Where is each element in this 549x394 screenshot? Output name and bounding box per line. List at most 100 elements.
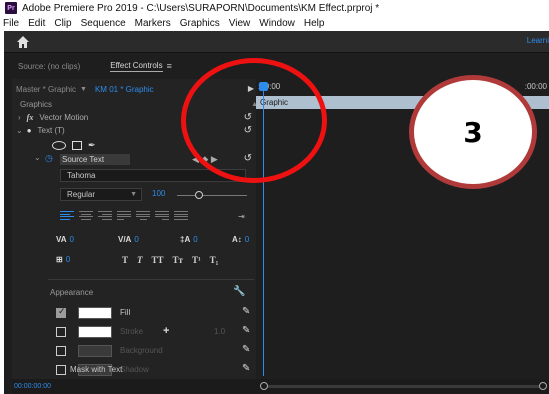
font-style-buttons: T T TT Tт T¹ T₁ — [122, 255, 218, 265]
add-stroke-icon[interactable]: + — [163, 325, 169, 337]
faux-italic-button[interactable]: T — [137, 255, 143, 265]
eyedropper-icon[interactable]: ✎ — [242, 325, 250, 336]
fill-checkbox[interactable] — [56, 306, 66, 318]
pen-mask-icon[interactable]: ✒ — [88, 140, 96, 151]
vector-motion-row[interactable]: › fx Vector Motion ↺ — [12, 111, 256, 123]
workspace-learning-tab[interactable]: Learni — [527, 36, 549, 45]
playhead-handle[interactable] — [259, 82, 268, 91]
baseline-shift-value[interactable]: 0 — [245, 235, 249, 244]
leading-value[interactable]: 0 — [193, 235, 197, 244]
kerning-value[interactable]: 0 — [134, 235, 138, 244]
section-divider — [48, 279, 254, 280]
tab-source[interactable]: Source: (no clips) — [18, 62, 80, 71]
stroke-row: Stroke + 1.0 ✎ — [56, 325, 256, 339]
background-label: Background — [120, 346, 163, 355]
play-triangle-icon[interactable]: ▶ — [248, 84, 254, 93]
all-caps-button[interactable]: TT — [152, 255, 164, 265]
wrench-icon[interactable]: 🔧 — [233, 286, 245, 297]
zoom-scroll-right-handle[interactable] — [539, 382, 547, 390]
font-size-slider-knob[interactable] — [195, 191, 203, 199]
leading-icon: ‡A — [180, 235, 191, 244]
baseline-shift-control[interactable]: A↕ 0 — [232, 235, 249, 244]
align-center-icon[interactable] — [79, 211, 93, 220]
menu-edit[interactable]: Edit — [28, 18, 45, 29]
kerning-control[interactable]: V/A 0 — [118, 235, 139, 244]
stroke-checkbox[interactable] — [56, 327, 66, 337]
superscript-button[interactable]: T¹ — [192, 255, 201, 265]
sequence-clip-label[interactable]: KM 01 * Graphic — [95, 85, 154, 94]
menu-help[interactable]: Help — [304, 18, 325, 29]
align-right-icon[interactable] — [98, 211, 112, 220]
tsume-and-style-row: ⊞ 0 T T TT Tт T¹ T₁ — [56, 255, 256, 267]
tsume-control[interactable]: ⊞ 0 — [56, 255, 70, 264]
font-size-value[interactable]: 100 — [152, 189, 165, 198]
expand-chevron-icon[interactable]: › — [18, 113, 21, 122]
spacing-controls-row: VA 0 V/A 0 ‡A 0 A↕ 0 — [56, 235, 256, 247]
justify-all-icon[interactable] — [174, 211, 188, 220]
menu-sequence[interactable]: Sequence — [81, 18, 126, 29]
mask-with-text-checkbox[interactable] — [56, 365, 66, 375]
subscript-button[interactable]: T₁ — [210, 255, 219, 265]
text-direction-icon[interactable]: ⇥ — [238, 212, 245, 221]
rectangle-mask-icon[interactable] — [72, 141, 82, 150]
reset-icon[interactable]: ↺ — [244, 112, 252, 123]
tsume-value[interactable]: 0 — [66, 255, 70, 264]
reset-icon[interactable]: ↺ — [244, 125, 252, 136]
graphics-label: Graphics — [20, 99, 53, 109]
zoom-scroll-track[interactable] — [264, 385, 544, 388]
menu-markers[interactable]: Markers — [135, 18, 171, 29]
menu-file[interactable]: File — [3, 18, 19, 29]
text-layer-row[interactable]: ⌄ ● Text (T) ↺ — [12, 124, 256, 136]
background-row: Background ✎ — [56, 344, 256, 358]
tracking-control[interactable]: VA 0 — [56, 235, 74, 244]
fill-row: Fill ✎ — [56, 306, 256, 320]
premiere-app-icon: Pr — [5, 2, 17, 14]
menu-clip[interactable]: Clip — [54, 18, 71, 29]
menu-view[interactable]: View — [229, 18, 251, 29]
faux-bold-button[interactable]: T — [122, 255, 128, 265]
master-clip-label[interactable]: Master * Graphic — [16, 85, 76, 94]
playhead-line[interactable] — [263, 91, 264, 376]
font-style-dropdown[interactable]: Regular ▼ — [60, 188, 142, 201]
stroke-color-swatch[interactable] — [78, 326, 112, 338]
fill-label: Fill — [120, 308, 131, 317]
align-left-icon[interactable] — [60, 211, 74, 220]
tracking-icon: VA — [56, 235, 67, 244]
background-checkbox[interactable] — [56, 346, 66, 356]
justify-left-icon[interactable] — [117, 211, 131, 220]
tracking-value[interactable]: 0 — [70, 235, 74, 244]
stopwatch-icon[interactable]: ◷ — [45, 153, 53, 164]
ruler-end-timecode: :00:00 — [524, 82, 547, 91]
panel-menu-icon[interactable]: ≡ — [167, 61, 172, 71]
eyedropper-icon[interactable]: ✎ — [242, 344, 250, 355]
reset-icon[interactable]: ↺ — [244, 153, 252, 164]
timeline-zoom-scrollbar[interactable] — [256, 379, 549, 394]
chevron-down-icon[interactable]: ▼ — [80, 86, 87, 93]
home-icon[interactable] — [16, 35, 30, 49]
justify-right-icon[interactable] — [155, 211, 169, 220]
menu-window[interactable]: Window — [259, 18, 295, 29]
master-clip-row: Master * Graphic ▼ KM 01 * Graphic ▶ — [12, 82, 256, 96]
stroke-width-value[interactable]: 1.0 — [214, 327, 225, 336]
fx-icon[interactable]: fx — [27, 113, 34, 122]
background-color-swatch[interactable] — [78, 345, 112, 357]
title-bar: Pr Adobe Premiere Pro 2019 - C:\Users\SU… — [0, 0, 549, 16]
collapse-chevron-icon[interactable]: ⌄ — [16, 126, 23, 135]
justify-center-icon[interactable] — [136, 211, 150, 220]
menu-graphics[interactable]: Graphics — [180, 18, 220, 29]
fill-color-swatch[interactable] — [78, 307, 112, 319]
ellipse-mask-icon[interactable] — [52, 141, 66, 150]
zoom-scroll-left-handle[interactable] — [260, 382, 268, 390]
eyedropper-icon[interactable]: ✎ — [242, 306, 250, 317]
font-family-dropdown[interactable]: Tahoma — [60, 169, 246, 182]
eye-icon[interactable]: ● — [27, 126, 32, 135]
tab-effect-controls[interactable]: Effect Controls — [110, 61, 163, 72]
source-text-row[interactable]: ⌄ ◷ Source Text ◀ ◆ ▶ ↺ — [12, 153, 256, 166]
leading-control[interactable]: ‡A 0 — [180, 235, 198, 244]
current-timecode[interactable]: 00:00:00:00 — [14, 383, 51, 390]
small-caps-button[interactable]: Tт — [173, 255, 183, 265]
collapse-chevron-icon[interactable]: ⌄ — [34, 153, 41, 162]
keyframe-navigator-icon[interactable]: ◀ ◆ ▶ — [192, 154, 218, 165]
font-size-slider-track[interactable] — [177, 195, 247, 196]
chevron-down-icon: ▼ — [130, 191, 137, 198]
